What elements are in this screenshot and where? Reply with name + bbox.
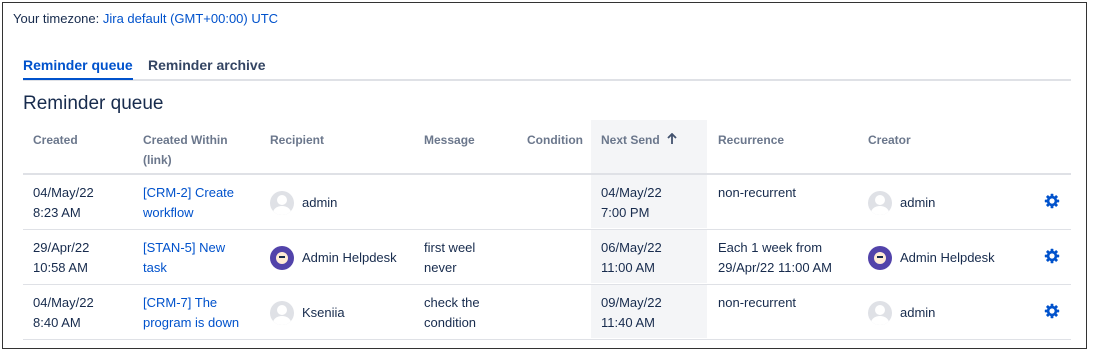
recipient-name: admin xyxy=(302,195,338,210)
col-next-send-label: Next Send xyxy=(601,133,660,147)
arrow-up-icon xyxy=(667,132,677,144)
col-created-within-line1: Created Within xyxy=(143,133,228,147)
created-time: 8:40 AM xyxy=(33,315,81,330)
gear-icon[interactable] xyxy=(1044,303,1060,319)
message-cell: first weel never xyxy=(424,238,475,278)
message-line2: never xyxy=(424,260,457,275)
creator-cell: admin xyxy=(868,191,935,215)
creator-name: Admin Helpdesk xyxy=(900,250,995,265)
col-created-within-line2: (link) xyxy=(143,153,172,167)
issue-link-line2: task xyxy=(143,260,167,275)
issue-link[interactable]: [CRM-7] The program is down xyxy=(143,293,239,333)
issue-link-line2: workflow xyxy=(143,205,194,220)
recipient-avatar-icon xyxy=(270,246,294,270)
recurrence-line1: non-recurrent xyxy=(718,295,797,310)
timezone-line: Your timezone: Jira default (GMT+00:00) … xyxy=(13,11,278,26)
col-created[interactable]: Created xyxy=(33,130,78,150)
creator-avatar-icon xyxy=(868,246,892,270)
recurrence-line1: Each 1 week from xyxy=(718,240,823,255)
creator-avatar-icon xyxy=(868,301,892,325)
issue-link[interactable]: [STAN-5] New task xyxy=(143,238,225,278)
creator-name: admin xyxy=(900,305,936,320)
next-send-time: 11:00 AM xyxy=(601,260,655,275)
recipient-cell: Admin Helpdesk xyxy=(270,246,397,270)
tab-reminder-archive[interactable]: Reminder archive xyxy=(148,57,266,73)
recipient-cell: admin xyxy=(270,191,337,215)
issue-link-line1: [CRM-7] The xyxy=(143,295,218,310)
created-date: 29/Apr/22 xyxy=(33,240,90,255)
recurrence-cell: non-recurrent xyxy=(718,293,796,313)
col-created-within[interactable]: Created Within (link) xyxy=(143,130,228,170)
next-send-cell: 06/May/22 11:00 AM xyxy=(591,230,707,283)
gear-icon[interactable] xyxy=(1044,248,1060,264)
recipient-name: Admin Helpdesk xyxy=(302,250,397,265)
next-send-cell: 04/May/22 7:00 PM xyxy=(591,175,707,228)
col-next-send[interactable]: Next Send xyxy=(591,120,707,173)
issue-link-line1: [CRM-2] Create xyxy=(143,185,235,200)
reminder-panel: Your timezone: Jira default (GMT+00:00) … xyxy=(2,2,1087,349)
recurrence-cell: Each 1 week from 29/Apr/22 11:00 AM xyxy=(718,238,832,278)
recipient-name: Kseniia xyxy=(302,305,345,320)
timezone-label: Your timezone: xyxy=(13,11,100,26)
recipient-avatar-icon xyxy=(270,301,294,325)
recurrence-line1: non-recurrent xyxy=(718,185,797,200)
issue-link[interactable]: [CRM-2] Create workflow xyxy=(143,183,234,223)
next-send-time: 11:40 AM xyxy=(601,315,655,330)
created-cell: 04/May/22 8:23 AM xyxy=(33,183,94,223)
issue-link-line2: program is down xyxy=(143,315,240,330)
col-creator[interactable]: Creator xyxy=(868,130,911,150)
col-message[interactable]: Message xyxy=(424,130,475,150)
reminder-table: Created Created Within (link) Recipient … xyxy=(23,120,1071,340)
created-date: 04/May/22 xyxy=(33,185,94,200)
col-recipient[interactable]: Recipient xyxy=(270,130,324,150)
created-time: 8:23 AM xyxy=(33,205,81,220)
next-send-date: 06/May/22 xyxy=(601,240,662,255)
recurrence-cell: non-recurrent xyxy=(718,183,796,203)
message-line2: condition xyxy=(424,315,477,330)
tab-bar: Reminder queue Reminder archive xyxy=(23,53,1071,81)
recipient-cell: Kseniia xyxy=(270,301,345,325)
message-cell: check the condition xyxy=(424,293,480,333)
next-send-cell: 09/May/22 11:40 AM xyxy=(591,285,707,338)
col-condition[interactable]: Condition xyxy=(527,130,583,150)
created-time: 10:58 AM xyxy=(33,260,88,275)
message-line1: check the xyxy=(424,295,480,310)
gear-icon[interactable] xyxy=(1044,193,1060,209)
timezone-link[interactable]: Jira default (GMT+00:00) UTC xyxy=(103,11,278,26)
next-send-date: 04/May/22 xyxy=(601,185,662,200)
creator-name: admin xyxy=(900,195,936,210)
recurrence-line2: 29/Apr/22 11:00 AM xyxy=(718,260,832,275)
section-title: Reminder queue xyxy=(23,93,164,114)
next-send-date: 09/May/22 xyxy=(601,295,662,310)
message-line1: first weel xyxy=(424,240,476,255)
created-date: 04/May/22 xyxy=(33,295,94,310)
table-row: 04/May/22 8:23 AM [CRM-2] Create workflo… xyxy=(23,175,1071,230)
table-header: Created Created Within (link) Recipient … xyxy=(23,120,1071,175)
creator-cell: admin xyxy=(868,301,935,325)
creator-cell: Admin Helpdesk xyxy=(868,246,995,270)
created-cell: 04/May/22 8:40 AM xyxy=(33,293,94,333)
next-send-time: 7:00 PM xyxy=(601,205,650,220)
recipient-avatar-icon xyxy=(270,191,294,215)
issue-link-line1: [STAN-5] New xyxy=(143,240,226,255)
creator-avatar-icon xyxy=(868,191,892,215)
created-cell: 29/Apr/22 10:58 AM xyxy=(33,238,89,278)
table-row: 04/May/22 8:40 AM [CRM-7] The program is… xyxy=(23,285,1071,340)
col-recurrence[interactable]: Recurrence xyxy=(718,130,784,150)
tab-reminder-queue[interactable]: Reminder queue xyxy=(23,57,133,80)
table-row: 29/Apr/22 10:58 AM [STAN-5] New task Adm… xyxy=(23,230,1071,285)
